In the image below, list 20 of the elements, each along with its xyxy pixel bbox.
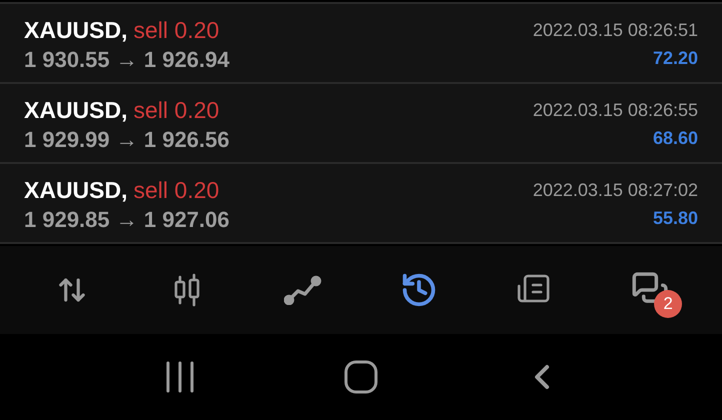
symbol: XAUUSD, — [24, 176, 128, 204]
symbol: XAUUSD, — [24, 96, 128, 124]
profit: 72.20 — [652, 47, 698, 70]
trade-time: 2022.03.15 08:26:51 — [532, 19, 698, 42]
trade-time: 2022.03.15 08:27:02 — [532, 179, 698, 202]
order-type: sell 0.20 — [134, 176, 220, 204]
tab[interactable]: 2 — [610, 260, 690, 320]
price-range: 1 930.55 → 1 926.94 — [24, 46, 230, 74]
order-type: sell 0.20 — [134, 96, 220, 124]
profit: 55.80 — [652, 207, 698, 230]
recents-icon[interactable] — [164, 360, 196, 394]
notification-badge: 2 — [654, 290, 682, 318]
price-range: 1 929.85 → 1 927.06 — [24, 206, 230, 234]
profit: 68.60 — [652, 127, 698, 150]
trade-time: 2022.03.15 08:26:55 — [532, 99, 698, 122]
symbol: XAUUSD, — [24, 16, 128, 44]
price-range: 1 929.99 → 1 926.56 — [24, 126, 230, 154]
order-type: sell 0.20 — [134, 16, 220, 44]
home-icon[interactable] — [344, 360, 378, 394]
line-chart-icon — [284, 275, 322, 305]
